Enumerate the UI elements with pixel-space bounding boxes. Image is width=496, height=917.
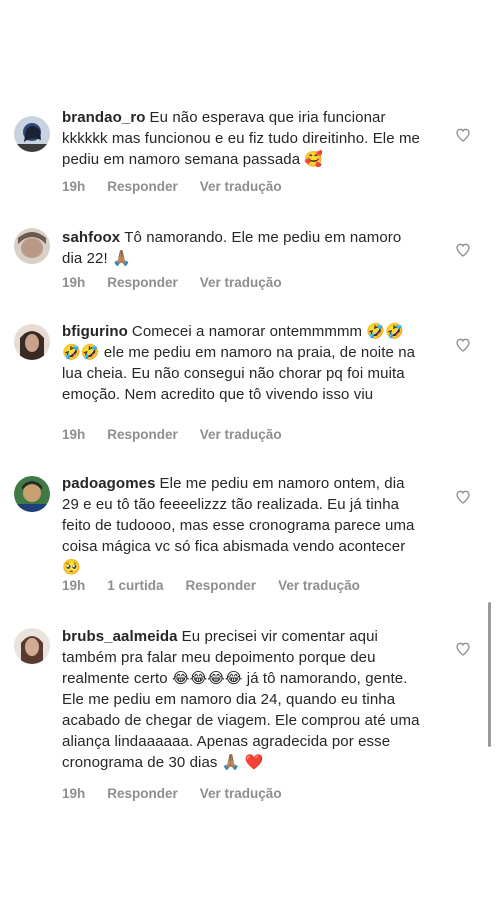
heart-outline-icon (456, 642, 470, 656)
like-button[interactable] (455, 127, 471, 143)
translate-button[interactable]: Ver tradução (200, 427, 282, 442)
avatar-photo-icon (14, 628, 50, 664)
heart-outline-icon (456, 338, 470, 352)
translate-button[interactable]: Ver tradução (200, 786, 282, 801)
translate-button[interactable]: Ver tradução (200, 179, 282, 194)
comment-time: 19h (62, 427, 86, 442)
reply-button[interactable]: Responder (186, 578, 257, 593)
comment-username[interactable]: bfigurino (62, 323, 128, 340)
reply-button[interactable]: Responder (107, 179, 178, 194)
heart-outline-icon (456, 243, 470, 257)
comment-meta: 19h Responder Ver tradução (62, 275, 304, 290)
translate-button[interactable]: Ver tradução (278, 578, 360, 593)
comment-username[interactable]: brandao_ro (62, 109, 146, 126)
comment-username[interactable]: brubs_aalmeida (62, 628, 178, 645)
avatar-photo-icon (14, 116, 50, 152)
comment-meta: 19h Responder Ver tradução (62, 427, 304, 442)
avatar-photo-icon (14, 476, 50, 512)
reply-button[interactable]: Responder (107, 427, 178, 442)
reply-button[interactable]: Responder (107, 786, 178, 801)
reply-button[interactable]: Responder (107, 275, 178, 290)
comment-meta: 19h 1 curtida Responder Ver tradução (62, 578, 382, 593)
comment-text: Eu precisei vir comentar aqui também pra… (62, 628, 420, 771)
like-button[interactable] (455, 337, 471, 353)
comment-username[interactable]: padoagomes (62, 475, 156, 492)
avatar[interactable] (14, 116, 50, 152)
scrollbar[interactable] (488, 602, 491, 747)
comment-meta: 19h Responder Ver tradução (62, 179, 304, 194)
comment-meta: 19h Responder Ver tradução (62, 786, 304, 801)
heart-outline-icon (456, 490, 470, 504)
avatar[interactable] (14, 476, 50, 512)
like-button[interactable] (455, 641, 471, 657)
avatar-photo-icon (14, 228, 50, 264)
comment-time: 19h (62, 275, 86, 290)
like-button[interactable] (455, 242, 471, 258)
like-count[interactable]: 1 curtida (107, 578, 163, 593)
comment-time: 19h (62, 179, 86, 194)
comment-time: 19h (62, 578, 86, 593)
avatar[interactable] (14, 628, 50, 664)
translate-button[interactable]: Ver tradução (200, 275, 282, 290)
avatar[interactable] (14, 324, 50, 360)
comment-time: 19h (62, 786, 86, 801)
avatar[interactable] (14, 228, 50, 264)
avatar-photo-icon (14, 324, 50, 360)
like-button[interactable] (455, 489, 471, 505)
comment-username[interactable]: sahfoox (62, 229, 120, 246)
heart-outline-icon (456, 128, 470, 142)
